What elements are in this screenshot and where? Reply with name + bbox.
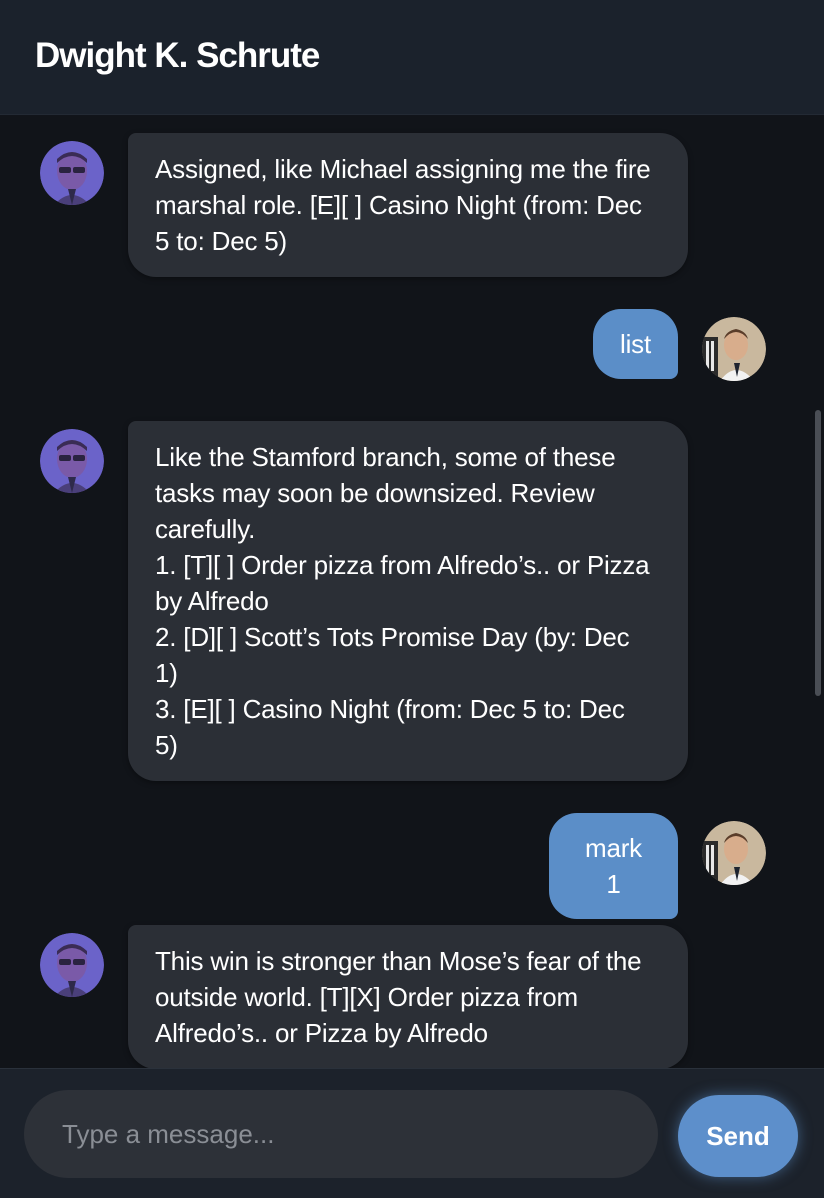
user-avatar-icon xyxy=(702,317,766,381)
message-line: marshal role. [E][ ] Casino Night (from:… xyxy=(155,190,642,220)
message-line: This win is stronger than Mose’s fear of… xyxy=(155,946,642,976)
user-message-bubble: list xyxy=(593,309,678,379)
message-line: outside world. [T][X] Order pizza from xyxy=(155,982,578,1012)
message-line: carefully. xyxy=(155,514,256,544)
user-avatar xyxy=(702,317,766,381)
chat-app: Dwight K. Schrute Assigned, like Michael… xyxy=(0,0,824,1198)
message-line: Like the Stamford branch, some of these xyxy=(155,442,616,472)
bot-avatar xyxy=(40,429,104,493)
message-line: 5) xyxy=(155,730,178,760)
chat-header: Dwight K. Schrute xyxy=(0,0,824,115)
message-line: 3. [E][ ] Casino Night (from: Dec 5 to: … xyxy=(155,694,625,724)
message-list[interactable]: Assigned, like Michael assigning me the … xyxy=(0,116,824,1068)
message-line: 1. [T][ ] Order pizza from Alfredo’s.. o… xyxy=(155,550,650,580)
user-avatar xyxy=(702,821,766,885)
bot-avatar-icon xyxy=(40,933,104,997)
chat-scrollbar[interactable] xyxy=(815,410,821,696)
send-button[interactable]: Send xyxy=(678,1095,798,1177)
message-line: 2. [D][ ] Scott’s Tots Promise Day (by: … xyxy=(155,622,630,652)
bot-avatar-icon xyxy=(40,429,104,493)
bot-message-bubble: Assigned, like Michael assigning me the … xyxy=(128,133,688,277)
message-input[interactable] xyxy=(24,1090,658,1178)
contact-name: Dwight K. Schrute xyxy=(35,36,320,75)
bot-avatar xyxy=(40,141,104,205)
message-text: list xyxy=(620,329,651,359)
message-line: tasks may soon be downsized. Review xyxy=(155,478,595,508)
bot-avatar-icon xyxy=(40,141,104,205)
bot-message-bubble: This win is stronger than Mose’s fear of… xyxy=(128,925,688,1068)
composer-bar: Send xyxy=(0,1068,824,1198)
user-avatar-icon xyxy=(702,821,766,885)
bot-avatar xyxy=(40,933,104,997)
user-message-bubble: mark 1 xyxy=(549,813,678,919)
bot-message-bubble: Like the Stamford branch, some of these … xyxy=(128,421,688,781)
message-text: mark 1 xyxy=(585,833,642,899)
message-line: 5 to: Dec 5) xyxy=(155,226,287,256)
message-line: 1) xyxy=(155,658,178,688)
message-line: Assigned, like Michael assigning me the … xyxy=(155,154,651,184)
message-line: by Alfredo xyxy=(155,586,269,616)
message-line: Alfredo’s.. or Pizza by Alfredo xyxy=(155,1018,488,1048)
